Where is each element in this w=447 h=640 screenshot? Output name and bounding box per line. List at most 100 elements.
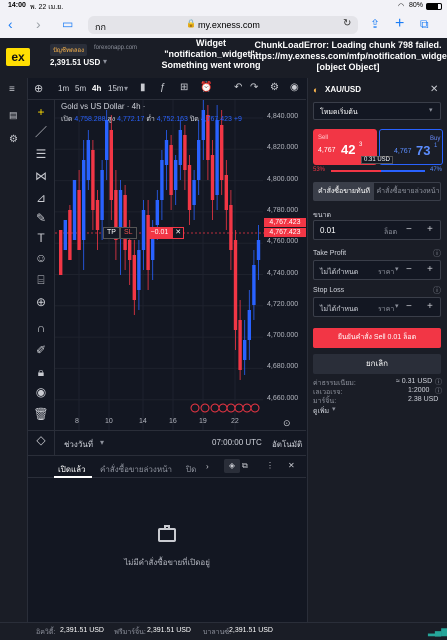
timeframe-1m[interactable]: 1m [58, 84, 69, 93]
position-line-widget[interactable]: TP SL −0.01 ✕ [103, 227, 185, 239]
event-marker [190, 403, 200, 413]
tab-closed[interactable]: ปิด [186, 463, 196, 476]
date-range-button[interactable]: ช่วงวันที่ [64, 438, 93, 451]
trendline-icon[interactable]: ／ [33, 124, 49, 140]
crosshair-icon[interactable]: + [33, 104, 49, 120]
ruler-icon[interactable]: ⌸ [33, 272, 49, 288]
forward-icon[interactable]: › [36, 16, 41, 32]
stack-icon[interactable]: ⧉ [242, 461, 248, 471]
magnet-icon[interactable]: ∩ [33, 320, 49, 336]
chart-toolbar: ⊕ 1m 5m 4h 15m ▾ ▮ ƒ ⊞ ⏰ ↶ ↷ ⚙ ◉ [28, 78, 306, 100]
lock-drawings-icon[interactable]: ✐ [33, 342, 49, 358]
eye-icon[interactable]: ◉ [33, 384, 49, 400]
signal-icon: ▂▄▆ [428, 626, 447, 636]
tab-open[interactable]: เปิดแล้ว [58, 463, 86, 476]
left-nav: ≡ ▤ ⚙ [0, 78, 28, 622]
tab-pending[interactable]: คำสั่งซื้อขายล่วงหน้า [100, 463, 172, 476]
buy-sentiment: 47% [430, 167, 443, 173]
mode-select[interactable]: โหมดเริ่มต้น ▾ [313, 102, 441, 120]
position-tp-button[interactable]: TP [103, 227, 120, 239]
time-axis-label: 22 [231, 418, 239, 425]
candle-body [210, 155, 215, 200]
price-chart[interactable]: Gold vs US Dollar · 4h · เปิด 4,758.288 … [55, 100, 306, 430]
pattern-icon[interactable]: ⋈ [33, 168, 49, 184]
bookmarks-icon[interactable]: ▭ [62, 16, 73, 32]
take-profit-input[interactable]: ไม่ได้กำหนด ราคา ▾ − + [313, 260, 441, 280]
screenshot-icon[interactable]: ◉ [290, 82, 299, 93]
stop-loss-input[interactable]: ไม่ได้กำหนด ราคา ▾ − + [313, 297, 441, 317]
chevron-down-icon[interactable]: ▾ [395, 302, 399, 310]
ohlc-low-value: 4,752.163 [156, 116, 188, 123]
chevron-down-icon[interactable]: ▾ [103, 57, 107, 66]
ohlc-open-label: เปิด [61, 116, 73, 123]
go-to-realtime-icon[interactable]: ⊙ [283, 418, 291, 429]
settings-icon[interactable]: ⚙ [9, 134, 18, 145]
undo-icon[interactable]: ↶ [234, 82, 242, 93]
event-marker [200, 403, 210, 413]
calendar-icon[interactable]: ▤ [9, 110, 18, 121]
tab-market-order[interactable]: คำสั่งซื้อขายทันที [314, 183, 374, 200]
tp-info-icon[interactable]: ⓘ [433, 248, 441, 259]
candle-body [252, 265, 256, 305]
fib-icon[interactable]: ☰ [33, 146, 49, 162]
more-details-link[interactable]: ดูเพิ่ม [313, 406, 329, 417]
date-range-chevron-icon[interactable]: ▾ [100, 438, 104, 447]
more-icon[interactable]: ⋮ [266, 461, 274, 470]
zoom-in-icon[interactable]: ⊕ [33, 294, 49, 310]
add-indicator-icon[interactable]: ⊕ [34, 82, 43, 95]
account-balance[interactable]: 2,391.51 USD [50, 58, 100, 67]
tab-pending-order[interactable]: คำสั่งซื้อขายล่วงหน้า [376, 183, 440, 200]
chevron-down-icon[interactable]: ▾ [395, 265, 399, 273]
volume-decrease-button[interactable]: − [406, 224, 412, 235]
alert-icon[interactable]: ⏰ [200, 82, 212, 93]
reload-icon[interactable]: ↻ [343, 18, 351, 29]
close-icon[interactable]: ✕ [430, 84, 438, 95]
share-icon[interactable]: ⇪ [370, 16, 380, 32]
auto-scale-button[interactable]: อัตโนมัติ [272, 438, 302, 451]
layout-icon[interactable]: ◈ [224, 459, 240, 473]
timeframe-15m[interactable]: 15m [108, 84, 124, 93]
tabs-next-icon[interactable]: › [206, 462, 209, 471]
timeframe-4h[interactable]: 4h [92, 84, 101, 93]
sl-unit: ราคา [378, 306, 395, 313]
tabs-icon[interactable]: ⧉ [420, 16, 429, 32]
tp-decrease-button[interactable]: − [406, 264, 412, 275]
chart-type-icon[interactable]: ▮ [140, 82, 146, 93]
sl-increase-button[interactable]: + [427, 301, 433, 312]
cancel-button[interactable]: ยกเลิก [313, 354, 441, 374]
brush-icon[interactable]: ✎ [33, 210, 49, 226]
tp-increase-button[interactable]: + [427, 264, 433, 275]
volume-increase-button[interactable]: + [427, 224, 433, 235]
indicators-icon[interactable]: ƒ [160, 82, 166, 93]
sl-value: ไม่ได้กำหนด [320, 306, 359, 313]
new-tab-icon[interactable]: + [395, 16, 404, 32]
status-time: 14:00 [8, 2, 26, 9]
chart-bottom-bar: ช่วงวันที่ ▾ 07:00:00 UTC อัตโนมัติ [28, 430, 306, 454]
leverage-info-icon[interactable]: ⓘ [435, 386, 442, 396]
volume-input[interactable]: 0.01 ล็อต − + [313, 220, 441, 240]
sell-price-main: 4,767 [318, 147, 336, 154]
position-close-button[interactable]: ✕ [172, 227, 185, 239]
timeframe-5m[interactable]: 5m [75, 84, 86, 93]
sl-decrease-button[interactable]: − [406, 301, 412, 312]
sl-info-icon[interactable]: ⓘ [433, 285, 441, 296]
templates-icon[interactable]: ⊞ [180, 82, 188, 93]
position-sl-button[interactable]: SL [119, 227, 137, 239]
chart-clock: 07:00:00 UTC [212, 438, 262, 447]
emoji-icon[interactable]: ☺ [33, 250, 49, 266]
timeframe-dropdown-icon[interactable]: ▾ [124, 84, 128, 93]
confirm-sell-button[interactable]: ยืนยันคำสั่ง Sell 0.01 ล็อต [313, 328, 441, 348]
exness-logo[interactable]: ex [6, 48, 30, 66]
settings-gear-icon[interactable]: ⚙ [270, 82, 279, 93]
chevron-down-icon[interactable]: ▾ [332, 405, 336, 413]
trash-icon[interactable]: 🗑︎ [33, 406, 49, 422]
projection-icon[interactable]: ⊿ [33, 190, 49, 206]
back-icon[interactable]: ‹ [8, 16, 13, 32]
redo-icon[interactable]: ↷ [250, 82, 258, 93]
menu-icon[interactable]: ≡ [9, 84, 15, 95]
close-panel-icon[interactable]: ✕ [288, 461, 295, 470]
address-bar[interactable]: กก 🔒 my.exness.com ↻ [88, 16, 358, 34]
text-tool-icon[interactable]: T [33, 230, 49, 246]
lock-icon[interactable]: 🔒︎ [33, 364, 49, 380]
orders-tabs: เปิดแล้ว คำสั่งซื้อขายล่วงหน้า ปิด › ◈ ⧉… [28, 456, 306, 478]
